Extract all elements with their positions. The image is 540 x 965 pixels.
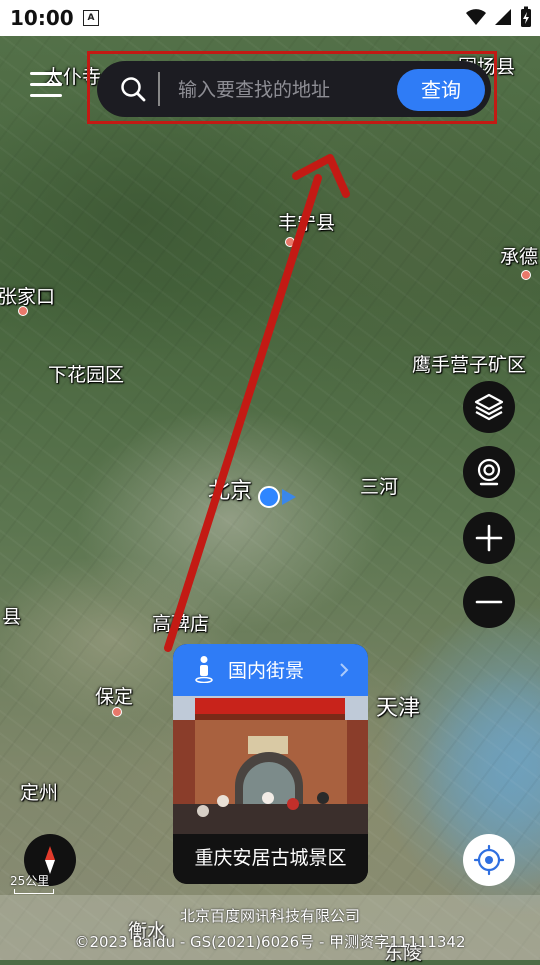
zoom-in-button[interactable] bbox=[463, 512, 515, 564]
street-view-title: 国内街景 bbox=[228, 660, 305, 682]
gate-image bbox=[173, 696, 368, 834]
camera-icon bbox=[477, 458, 501, 486]
city-dot bbox=[285, 237, 295, 247]
map-label-gaobeidian: 高碑店 bbox=[152, 613, 210, 635]
map-label-baoding: 保定 bbox=[95, 686, 134, 708]
layers-icon bbox=[474, 393, 504, 421]
city-dot bbox=[112, 707, 122, 717]
street-view-card[interactable]: 国内街景 重庆安居古城景区 bbox=[173, 644, 368, 884]
map-label-xiahuayuan: 下花园区 bbox=[48, 364, 125, 386]
notification-icon: A bbox=[83, 10, 99, 26]
map-label-fengning: 丰宁县 bbox=[278, 212, 336, 234]
wifi-icon bbox=[466, 9, 486, 25]
map-label-tianjin: 天津 bbox=[376, 696, 421, 721]
map-label-yingshouyingzi: 鹰手营子矿区 bbox=[412, 354, 527, 376]
street-view-photo bbox=[173, 696, 368, 834]
zoom-out-button[interactable] bbox=[463, 576, 515, 628]
street-view-header: 国内街景 bbox=[173, 644, 368, 696]
copyright-license: ©2023 Baidu - GS(2021)6026号 - 甲测资字111113… bbox=[74, 933, 466, 951]
person-pin-icon bbox=[195, 656, 213, 683]
city-dot bbox=[18, 306, 28, 316]
map-label-zhangjiakou: 张家口 bbox=[0, 286, 56, 308]
street-view-button[interactable] bbox=[463, 446, 515, 498]
map-label-chengde: 承德 bbox=[500, 246, 539, 268]
status-time: 10:00 bbox=[10, 6, 74, 30]
locate-icon bbox=[473, 844, 505, 876]
current-location-marker bbox=[258, 486, 280, 508]
minus-icon bbox=[475, 600, 503, 604]
status-bar: 10:00 A bbox=[0, 0, 540, 36]
signal-icon bbox=[495, 9, 511, 25]
city-dot bbox=[521, 270, 531, 280]
map-label-dingzhou: 定州 bbox=[20, 782, 59, 804]
scale-bar bbox=[14, 889, 54, 894]
locate-button[interactable] bbox=[463, 834, 515, 886]
heading-arrow-icon bbox=[282, 489, 296, 505]
copyright-company: 北京百度网讯科技有限公司 bbox=[179, 907, 360, 925]
copyright-footer: 北京百度网讯科技有限公司 ©2023 Baidu - GS(2021)6026号… bbox=[0, 895, 540, 960]
battery-icon bbox=[521, 6, 531, 27]
layers-button[interactable] bbox=[463, 381, 515, 433]
map-label-beijing: 北京 bbox=[208, 479, 253, 504]
annotation-highlight-frame bbox=[87, 51, 497, 124]
menu-icon[interactable] bbox=[30, 72, 62, 102]
scale-label: 25公里 bbox=[10, 874, 50, 888]
chevron-right-icon bbox=[340, 663, 349, 677]
map-label-county-left: 县 bbox=[2, 606, 22, 628]
plus-icon bbox=[475, 524, 503, 552]
street-view-caption: 重庆安居古城景区 bbox=[173, 834, 368, 884]
map-label-sanhe: 三河 bbox=[360, 476, 399, 498]
